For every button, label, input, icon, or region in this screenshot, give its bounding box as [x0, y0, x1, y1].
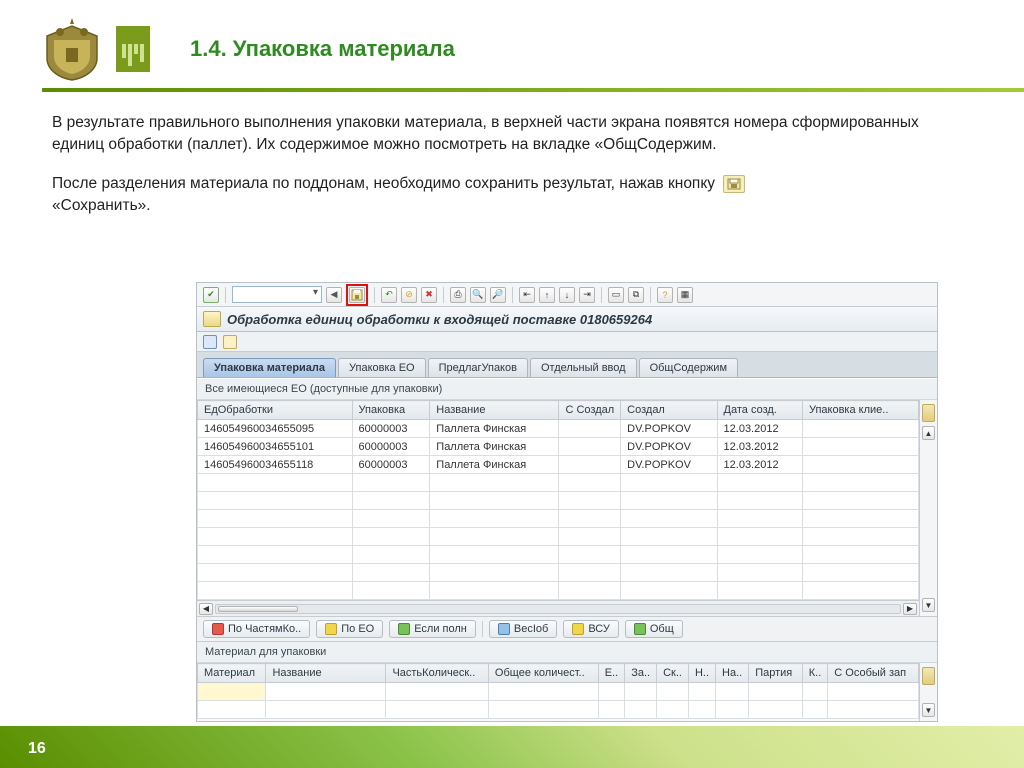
tab-single-entry[interactable]: Отдельный ввод: [530, 358, 637, 377]
nav-prev-button[interactable]: ◀: [326, 287, 342, 303]
page-title: 1.4. Упаковка материала: [190, 36, 455, 62]
col-cust[interactable]: Упаковка клие..: [802, 401, 918, 420]
col-date[interactable]: Дата созд.: [717, 401, 802, 420]
prev-page-icon[interactable]: ↑: [539, 287, 555, 303]
lower-vscroll[interactable]: ▼: [919, 663, 937, 721]
upper-grid: ЕдОбработки Упаковка Название С Создал С…: [197, 400, 919, 600]
table-row: [198, 492, 919, 510]
content-block: В результате правильного выполнения упак…: [52, 112, 972, 235]
col-creator[interactable]: Создал: [621, 401, 717, 420]
save-button[interactable]: [349, 287, 365, 303]
col-cflag[interactable]: С Создал: [559, 401, 621, 420]
secondary-toolbar: [197, 332, 937, 352]
assign-icon[interactable]: [223, 335, 237, 349]
main-toolbar: ✔ ◀ ↶ ⊘ ✖ ⎙ 🔍 🔎 ⇤ ↑ ↓ ⇥ ▭ ⧉ ? ▦: [197, 283, 937, 307]
tab-proposal[interactable]: ПредлагУпаков: [428, 358, 528, 377]
upper-hscroll[interactable]: ◀▶: [197, 600, 919, 616]
table-row: [198, 564, 919, 582]
last-page-icon[interactable]: ⇥: [579, 287, 595, 303]
ok-button[interactable]: ✔: [203, 287, 219, 303]
shortcut-icon[interactable]: ⧉: [628, 287, 644, 303]
footer-bar: 16: [0, 726, 1024, 768]
btn-parts[interactable]: По ЧастямКо..: [203, 620, 310, 638]
table-row: 146054960034655095 60000003 Паллета Финс…: [198, 420, 919, 438]
col-pack[interactable]: Упаковка: [352, 401, 430, 420]
lower-grid-header: Материал для упаковки: [197, 642, 937, 663]
table-row: 146054960034655101 60000003 Паллета Финс…: [198, 438, 919, 456]
table-row: [198, 582, 919, 600]
upper-vscroll[interactable]: ▲ ▼: [919, 400, 937, 616]
upper-grid-header: Все имеющиеся ЕО (доступные для упаковки…: [197, 379, 937, 400]
find-icon[interactable]: 🔍: [470, 287, 486, 303]
next-page-icon[interactable]: ↓: [559, 287, 575, 303]
layout-icon[interactable]: ▦: [677, 287, 693, 303]
lower-grid: Материал Название ЧастьКолическ.. Общее …: [197, 663, 919, 719]
new-hu-icon[interactable]: [203, 335, 217, 349]
help-icon[interactable]: ?: [657, 287, 673, 303]
save-icon-inline: [723, 175, 745, 193]
tab-total-content[interactable]: ОбщСодержим: [639, 358, 738, 377]
tab-pack-material[interactable]: Упаковка материала: [203, 358, 336, 377]
btn-full[interactable]: Если полн: [389, 620, 476, 638]
table-row: 146054960034655118 60000003 Паллета Финс…: [198, 456, 919, 474]
header-rule: [42, 88, 1024, 92]
action-bar: По ЧастямКо.. По ЕО Если полн ВесІоб ВСУ…: [197, 616, 937, 642]
btn-weight[interactable]: ВесІоб: [489, 620, 557, 638]
paragraph-2: После разделения материала по поддонам, …: [52, 173, 972, 216]
table-row: [198, 510, 919, 528]
sap-window: ✔ ◀ ↶ ⊘ ✖ ⎙ 🔍 🔎 ⇤ ↑ ↓ ⇥ ▭ ⧉ ? ▦ Обработк…: [196, 282, 938, 722]
new-session-icon[interactable]: ▭: [608, 287, 624, 303]
save-highlight: [346, 284, 368, 306]
paragraph-1: В результате правильного выполнения упак…: [52, 112, 972, 155]
first-page-icon[interactable]: ⇤: [519, 287, 535, 303]
back-icon[interactable]: ↶: [381, 287, 397, 303]
col-eo[interactable]: ЕдОбработки: [198, 401, 353, 420]
cancel-icon[interactable]: ✖: [421, 287, 437, 303]
btn-total[interactable]: Общ: [625, 620, 683, 638]
tab-strip: Упаковка материала Упаковка ЕО ПредлагУп…: [197, 352, 937, 378]
print-icon[interactable]: ⎙: [450, 287, 466, 303]
find-next-icon[interactable]: 🔎: [490, 287, 506, 303]
crest-logo: [42, 18, 102, 82]
window-icon: [203, 311, 221, 327]
table-row: [198, 528, 919, 546]
table-row: [198, 701, 919, 719]
table-row: [198, 683, 919, 701]
col-name[interactable]: Название: [430, 401, 559, 420]
exit-icon[interactable]: ⊘: [401, 287, 417, 303]
btn-vsu[interactable]: ВСУ: [563, 620, 619, 638]
badge-logo: [116, 26, 150, 72]
btn-eo[interactable]: По ЕО: [316, 620, 383, 638]
tab-pack-eo[interactable]: Упаковка ЕО: [338, 358, 426, 377]
page-number: 16: [28, 740, 46, 758]
window-titlebar: Обработка единиц обработки к входящей по…: [197, 307, 937, 332]
command-field[interactable]: [232, 286, 322, 303]
table-row: [198, 546, 919, 564]
window-title: Обработка единиц обработки к входящей по…: [227, 312, 652, 327]
table-row: [198, 474, 919, 492]
